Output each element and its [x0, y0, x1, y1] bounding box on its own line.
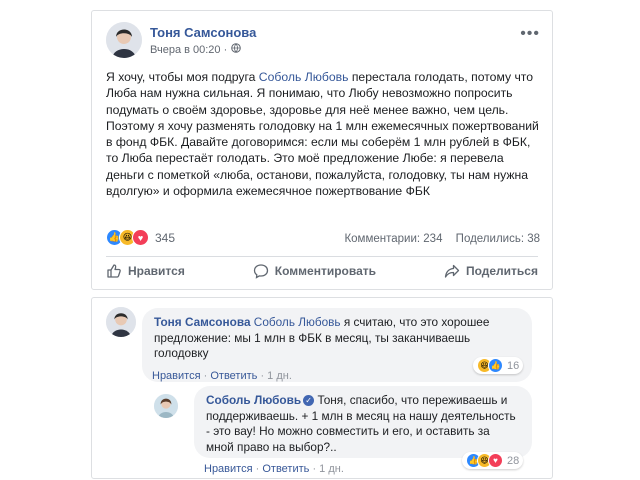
reply-author[interactable]: Соболь Любовь	[206, 393, 301, 407]
like-reaction-icon: 👍	[488, 358, 503, 373]
post-author-avatar[interactable]	[106, 22, 142, 58]
reply-bubble: Соболь Любовь ✓ Тоня, спасибо, что пережи…	[194, 386, 532, 458]
post-reactions[interactable]: 👍 😆 ♥ 345	[106, 229, 175, 246]
share-icon	[444, 263, 460, 279]
globe-icon	[231, 43, 242, 56]
post-card: Тоня Самсонова Вчера в 00:20 · ••• Я хоч…	[91, 10, 553, 290]
heart-reaction-icon: ♥	[488, 453, 503, 468]
post-text: Я хочу, чтобы моя подруга Соболь Любовь …	[106, 69, 542, 199]
thumbs-up-icon	[106, 263, 122, 279]
post-author-name[interactable]: Тоня Самсонова	[150, 25, 256, 40]
post-timestamp[interactable]: Вчера в 00:20 ·	[150, 44, 227, 56]
comment-icon	[253, 263, 269, 279]
comment-avatar[interactable]	[106, 307, 136, 337]
comment-button-label: Комментировать	[274, 264, 377, 278]
comment-reaction-count: 16	[507, 359, 520, 372]
comments-section: Тоня Самсонова Соболь Любовь я считаю, ч…	[91, 297, 553, 479]
post-text-rest: перестала голодать, потому что Люба нам …	[106, 70, 539, 199]
comment-mention[interactable]: Соболь Любовь	[254, 315, 341, 329]
reply-reaction-count: 28	[507, 454, 520, 467]
comment-actions: Нравится · Ответить · 1 дн.	[152, 370, 292, 382]
share-button[interactable]: Поделиться	[444, 263, 538, 279]
heart-reaction-icon: ♥	[132, 229, 149, 246]
like-button[interactable]: Нравится	[106, 263, 185, 279]
like-button-label: Нравится	[128, 264, 185, 278]
share-button-label: Поделиться	[465, 264, 538, 278]
reply-like-link[interactable]: Нравится	[204, 463, 253, 475]
verified-badge-icon: ✓	[303, 395, 315, 407]
more-options-icon[interactable]: •••	[520, 25, 540, 43]
reply-reactions[interactable]: 👍 😆 ♥ 28	[462, 452, 524, 469]
reply-time[interactable]: 1 дн.	[319, 463, 344, 475]
reply-reply-link[interactable]: Ответить	[262, 463, 309, 475]
reply-avatar[interactable]	[154, 394, 178, 418]
comment-time[interactable]: 1 дн.	[267, 370, 292, 382]
comment-reactions[interactable]: 😆 👍 16	[473, 357, 524, 374]
reply-actions: Нравится · Ответить · 1 дн.	[204, 463, 344, 475]
post-action-bar: Нравится Комментировать Поделиться	[106, 263, 538, 279]
comment-reply-link[interactable]: Ответить	[210, 370, 257, 382]
reaction-count: 345	[155, 230, 176, 245]
divider	[106, 256, 538, 257]
shares-count[interactable]: Поделились: 38	[456, 233, 540, 245]
post-stats: Комментарии: 234 Поделились: 38	[334, 233, 540, 245]
post-mention-link[interactable]: Соболь Любовь	[259, 70, 349, 84]
comments-count[interactable]: Комментарии: 234	[344, 233, 442, 245]
comment-button[interactable]: Комментировать	[253, 263, 376, 279]
post-meta: Вчера в 00:20 ·	[150, 43, 242, 56]
comment-like-link[interactable]: Нравится	[152, 370, 201, 382]
comment-author[interactable]: Тоня Самсонова	[154, 315, 251, 329]
post-text-start: Я хочу, чтобы моя подруга	[106, 70, 259, 84]
